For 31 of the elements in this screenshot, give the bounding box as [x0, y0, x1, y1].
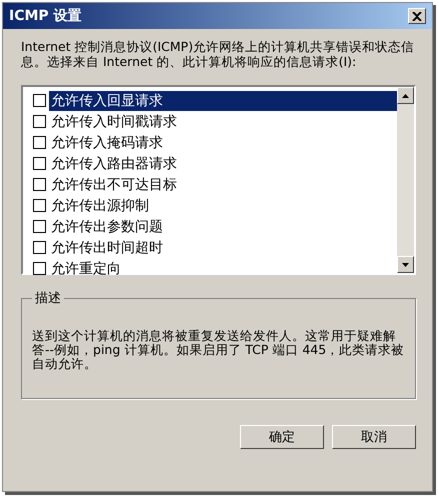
up-arrow-icon	[402, 94, 409, 98]
option-label[interactable]: 允许传入回显请求	[49, 90, 397, 110]
checkbox[interactable]	[33, 241, 46, 254]
checkbox[interactable]	[33, 262, 46, 275]
intro-text: Internet 控制消息协议(ICMP)允许网络上的计算机共享错误和状态信息。选择来自 Internet 的、此计算机将响应的信息请求(I):	[21, 39, 416, 69]
checkbox[interactable]	[33, 199, 46, 212]
group-title: 描述	[34, 290, 62, 307]
scroll-up-button[interactable]	[397, 87, 414, 104]
checkbox[interactable]	[33, 136, 46, 149]
down-arrow-icon	[402, 262, 409, 266]
option-label[interactable]: 允许传入时间戳请求	[49, 112, 179, 132]
cancel-button[interactable]: 取消	[332, 425, 416, 449]
checkbox[interactable]	[33, 220, 46, 233]
option-label[interactable]: 允许传出参数问题	[49, 216, 165, 236]
checkbox[interactable]	[33, 157, 46, 170]
description-text: 送到这个计算机的消息将被重复发送给发件人。这常用于疑难解答--例如，ping 计算机。如果启用了 TCP 端口 445，此类请求被自动允许。	[32, 329, 406, 371]
option-label[interactable]: 允许传出源抑制	[49, 196, 151, 216]
checkbox[interactable]	[33, 115, 46, 128]
checkbox[interactable]	[33, 94, 46, 107]
window-title: ICMP 设置	[9, 7, 82, 25]
close-icon	[412, 12, 422, 20]
close-button[interactable]	[408, 8, 426, 24]
ok-button[interactable]: 确定	[240, 425, 324, 449]
option-label[interactable]: 允许重定向	[49, 258, 123, 278]
option-label[interactable]: 允许传出不可达目标	[49, 174, 179, 194]
scroll-down-button[interactable]	[397, 256, 414, 273]
option-label[interactable]: 允许传入掩码请求	[49, 132, 165, 152]
option-label[interactable]: 允许传出时间超时	[49, 238, 165, 258]
checkbox[interactable]	[33, 178, 46, 191]
option-label[interactable]: 允许传入路由器请求	[49, 154, 179, 174]
scrollbar[interactable]	[397, 87, 414, 273]
